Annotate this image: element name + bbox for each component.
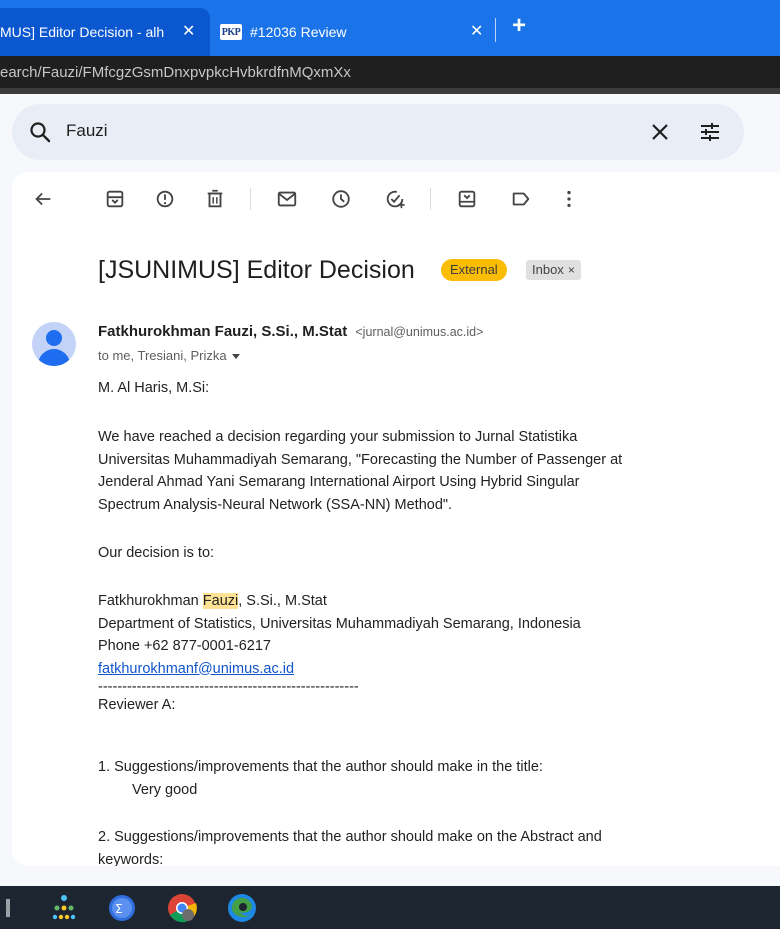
search-icon[interactable]: [28, 120, 52, 144]
tab-editor-decision[interactable]: MUS] Editor Decision - alh ✕: [0, 8, 210, 56]
greeting: M. Al Haris, M.Si:: [98, 380, 210, 396]
recipients-text: to me, Tresiani, Prizka: [98, 348, 227, 363]
delete-icon[interactable]: [204, 188, 226, 210]
remove-label-icon[interactable]: ×: [568, 263, 575, 277]
move-to-icon[interactable]: [456, 188, 478, 210]
paragraph-line: Universitas Muhammadiyah Semarang, "Fore…: [98, 451, 623, 468]
signature-email-link[interactable]: fatkhurokhmanf@unimus.ac.id: [98, 658, 581, 681]
sender-line: Fatkhurokhman Fauzi, S.Si., M.Stat <jurn…: [98, 323, 483, 340]
network-app-icon[interactable]: [48, 892, 80, 924]
math-app-icon[interactable]: Σ: [106, 892, 138, 924]
divider-line: ----------------------------------------…: [98, 679, 359, 695]
question-2: 2. Suggestions/improvements that the aut…: [98, 826, 602, 866]
taskbar-edge-icon: [6, 899, 10, 917]
snooze-icon[interactable]: [330, 188, 352, 210]
label-icon[interactable]: [510, 188, 532, 210]
search-bar[interactable]: Fauzi: [12, 104, 744, 160]
address-bar[interactable]: earch/Fauzi/FMfcgzGsmDnxpvpkcHvbkrdfnMQx…: [0, 56, 780, 88]
tab-title: MUS] Editor Decision - alh: [0, 24, 165, 40]
new-tab-button[interactable]: +: [512, 14, 526, 38]
signature-name: Fatkhurokhman Fauzi, S.Si., M.Stat: [98, 590, 581, 613]
inbox-label-badge[interactable]: Inbox ×: [526, 260, 581, 280]
close-icon[interactable]: [648, 120, 672, 144]
recipients-line[interactable]: to me, Tresiani, Prizka: [98, 348, 240, 363]
paragraph-line: Jenderal Ahmad Yani Semarang Internation…: [98, 474, 580, 490]
add-task-icon[interactable]: [384, 188, 406, 210]
chevron-down-icon[interactable]: [231, 354, 240, 360]
question-text: keywords:: [98, 851, 164, 867]
signature-phone: Phone +62 877-0001-6217: [98, 638, 271, 654]
tab-close-icon[interactable]: ✕: [182, 21, 195, 41]
signature-name-suffix: , S.Si., M.Stat: [238, 593, 327, 609]
chrome-icon[interactable]: [166, 892, 198, 924]
question-1: 1. Suggestions/improvements that the aut…: [98, 756, 543, 801]
back-arrow-icon[interactable]: [32, 188, 54, 210]
tab-review[interactable]: PKP #12036 Review ✕: [220, 8, 510, 56]
search-input[interactable]: Fauzi: [66, 121, 108, 141]
toolbar-separator: [430, 188, 431, 210]
mark-unread-icon[interactable]: [276, 188, 298, 210]
report-spam-icon[interactable]: [154, 188, 176, 210]
svg-text:Σ: Σ: [115, 902, 123, 916]
external-badge: External: [441, 259, 507, 281]
answer-text: Very good: [132, 781, 198, 798]
more-vert-icon[interactable]: [558, 188, 580, 210]
signature: Fatkhurokhman Fauzi, S.Si., M.Stat Depar…: [98, 590, 581, 717]
reviewer-heading: Reviewer A:: [98, 697, 176, 713]
sender-email: <jurnal@unimus.ac.id>: [355, 325, 484, 339]
avatar: [32, 322, 76, 366]
question-text: 2. Suggestions/improvements that the aut…: [98, 829, 602, 845]
edge-icon[interactable]: [226, 892, 258, 924]
tab-separator: [495, 18, 496, 42]
paragraph-line: We have reached a decision regarding you…: [98, 429, 578, 445]
toolbar-separator: [250, 188, 251, 210]
inbox-label-text: Inbox: [532, 262, 564, 277]
avatar-body: [38, 349, 70, 366]
decision-line: Our decision is to:: [98, 545, 215, 561]
avatar-head: [46, 330, 62, 346]
taskbar: Σ: [0, 886, 780, 929]
paragraph-line: Spectrum Analysis-Neural Network (SSA-NN…: [98, 496, 453, 513]
browser-tab-bar: MUS] Editor Decision - alh ✕ PKP #12036 …: [0, 0, 780, 56]
filter-sliders-icon[interactable]: [698, 120, 722, 144]
email-subject: [JSUNIMUS] Editor Decision: [98, 256, 415, 284]
decision-paragraph: We have reached a decision regarding you…: [98, 426, 622, 516]
signature-name-prefix: Fatkhurokhman: [98, 593, 203, 609]
tab-close-icon[interactable]: ✕: [470, 21, 483, 41]
sender-name[interactable]: Fatkhurokhman Fauzi, S.Si., M.Stat: [98, 323, 347, 340]
mail-view-panel: [JSUNIMUS] Editor Decision External Inbo…: [12, 172, 780, 866]
tab-title: #12036 Review: [250, 24, 347, 40]
pkp-favicon-icon: PKP: [220, 24, 242, 40]
signature-department: Department of Statistics, Universitas Mu…: [98, 615, 581, 632]
archive-icon[interactable]: [104, 188, 126, 210]
address-url: earch/Fauzi/FMfcgzGsmDnxpvpkcHvbkrdfnMQx…: [0, 63, 351, 81]
search-highlight: Fauzi: [202, 593, 239, 609]
question-text: 1. Suggestions/improvements that the aut…: [98, 759, 543, 775]
